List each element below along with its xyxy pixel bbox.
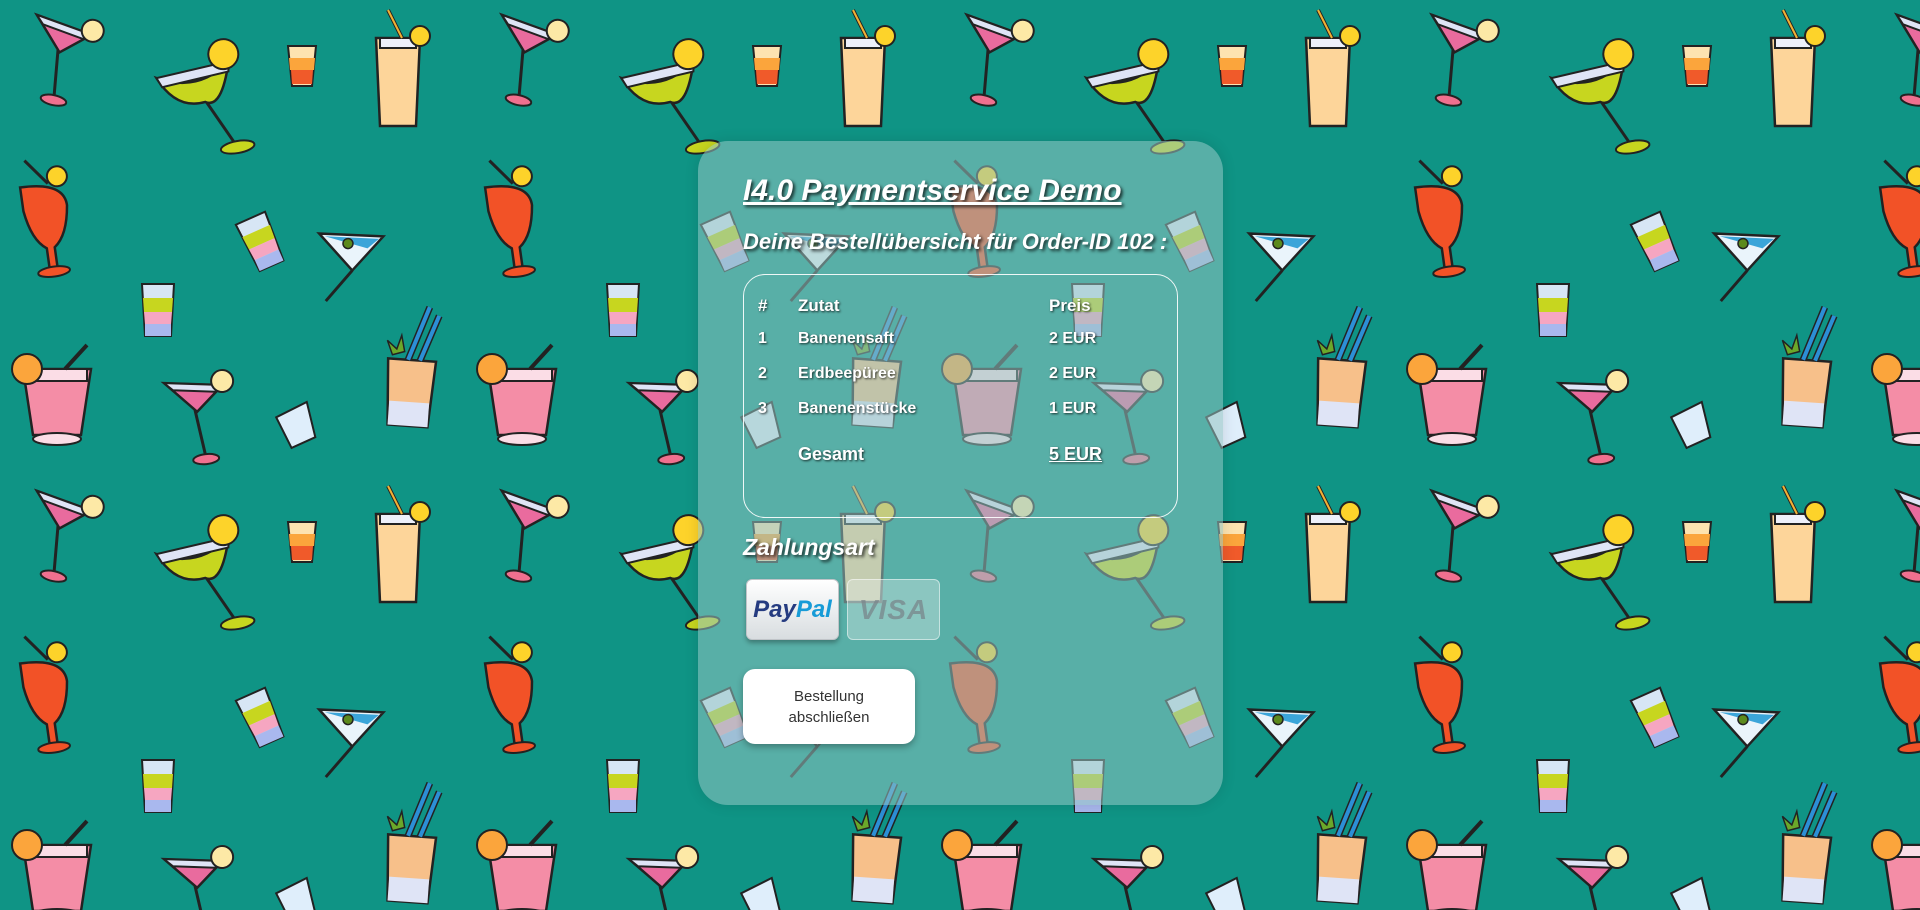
complete-order-button[interactable]: Bestellung abschließen (743, 669, 915, 744)
page-title: I4.0 Paymentservice Demo (743, 174, 1122, 207)
item-number: 1 (758, 329, 767, 347)
item-price: 2 EUR (1049, 329, 1097, 347)
column-header-number: # (758, 296, 768, 315)
total-value: 5 EUR (1049, 443, 1103, 464)
item-price: 1 EUR (1049, 399, 1097, 417)
item-ingredient: Erdbeepüree (798, 364, 896, 382)
total-spacer (758, 426, 798, 482)
order-table: # Zutat Preis 1 Banenensaft 2 EUR 2 Erdb… (758, 291, 1169, 482)
payment-method-heading: Zahlungsart (743, 534, 875, 560)
table-row: 2 Erdbeepüree 2 EUR (758, 356, 1169, 391)
visa-button[interactable]: VISA (847, 579, 940, 640)
item-ingredient: Banenensaft (798, 329, 895, 347)
total-label: Gesamt (798, 443, 865, 464)
table-row: 1 Banenensaft 2 EUR (758, 321, 1169, 356)
paypal-logo-part1: Pay (753, 595, 796, 623)
paypal-logo-part2: Pal (795, 595, 832, 623)
item-number: 2 (758, 364, 767, 382)
total-row: Gesamt 5 EUR (758, 426, 1169, 482)
order-table-box: # Zutat Preis 1 Banenensaft 2 EUR 2 Erdb… (743, 274, 1178, 518)
visa-logo: VISA (858, 593, 929, 625)
table-row: 3 Banenenstücke 1 EUR (758, 391, 1169, 426)
item-price: 2 EUR (1049, 364, 1097, 382)
column-header-ingredient: Zutat (798, 296, 840, 315)
item-number: 3 (758, 399, 767, 417)
item-ingredient: Banenenstücke (798, 399, 917, 417)
order-subtitle: Deine Bestellübersicht für Order-ID 102 … (743, 229, 1168, 254)
column-header-price: Preis (1049, 296, 1091, 315)
paypal-button[interactable]: Pay Pal (746, 579, 839, 640)
table-header-row: # Zutat Preis (758, 291, 1169, 321)
order-summary-card: I4.0 Paymentservice Demo Deine Bestellüb… (698, 141, 1223, 805)
